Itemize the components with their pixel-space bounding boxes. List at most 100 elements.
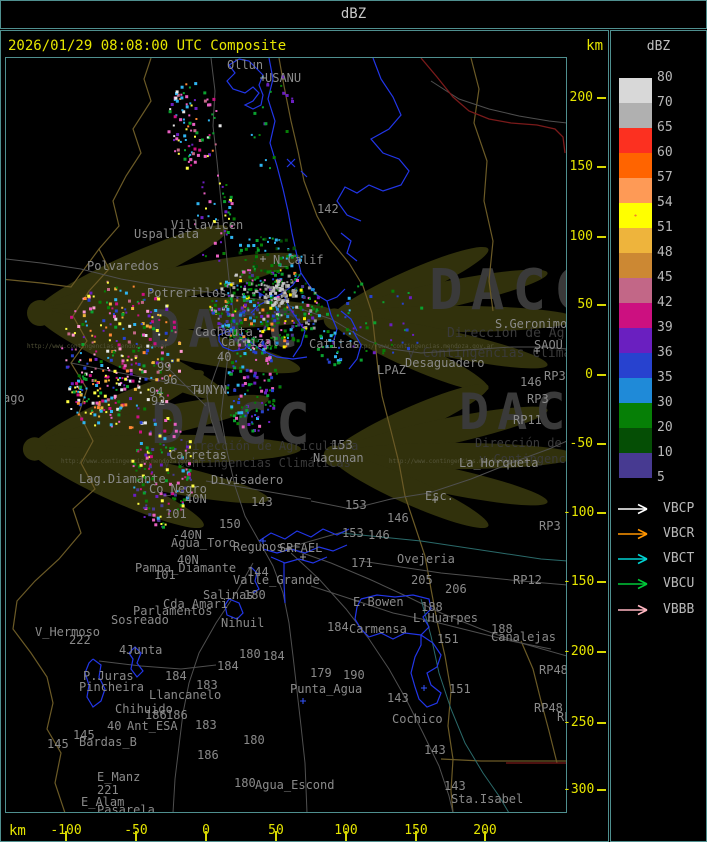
radar-echo <box>115 388 118 391</box>
right-axis-tick <box>597 722 606 724</box>
radar-echo <box>250 421 253 424</box>
radar-echo <box>342 332 345 335</box>
radar-echo <box>112 350 116 354</box>
radar-echo <box>258 424 262 428</box>
radar-echo <box>260 315 264 318</box>
legend-panel: dBZ 80 70 65 60 57 54 51 48 45 42 39 36 35 30 20 10 5 VB… <box>610 30 707 842</box>
radar-echo <box>259 279 262 282</box>
radar-echo <box>284 320 287 323</box>
radar-echo <box>274 241 276 244</box>
radar-echo <box>149 455 153 459</box>
radar-echo <box>280 287 284 291</box>
radar-echo <box>301 285 305 288</box>
vector-arrow-icon <box>618 604 648 616</box>
radar-echo <box>154 523 158 527</box>
map-place-label: 180 <box>234 776 256 790</box>
radar-echo <box>225 184 228 186</box>
radar-echo <box>275 372 278 375</box>
right-axis-tick-label: -100 <box>563 505 595 520</box>
radar-echo <box>359 326 362 329</box>
radar-echo <box>200 138 204 142</box>
radar-echo <box>280 300 284 304</box>
legend-swatch <box>619 403 652 428</box>
radar-echo <box>273 319 277 323</box>
radar-echo <box>132 349 136 353</box>
map-place-label: 99 <box>157 360 171 374</box>
right-axis-tick-label: -250 <box>563 715 595 730</box>
radar-echo <box>267 378 271 382</box>
map-place-label: 180 <box>244 588 266 602</box>
radar-echo <box>196 153 200 157</box>
legend-swatch <box>619 228 652 253</box>
radar-echo <box>269 90 272 93</box>
right-axis-tick <box>597 97 606 99</box>
radar-echo <box>323 330 326 333</box>
radar-echo <box>240 321 243 325</box>
radar-echo <box>133 387 137 391</box>
map-place-label: RP11 <box>513 413 542 427</box>
radar-echo <box>144 377 148 381</box>
legend-scale-label: 60 <box>657 145 673 160</box>
map-place-label: 146 <box>520 375 542 389</box>
bottom-axis-tick <box>205 831 207 841</box>
map-place-label: 205 <box>411 573 433 587</box>
radar-echo <box>103 394 107 398</box>
radar-echo <box>212 132 215 135</box>
radar-echo <box>258 311 261 314</box>
radar-echo <box>296 279 299 282</box>
radar-echo <box>102 329 105 332</box>
radar-echo <box>269 167 271 170</box>
radar-echo <box>109 358 113 362</box>
radar-echo <box>267 408 270 411</box>
radar-echo <box>215 110 218 112</box>
radar-echo <box>114 401 117 404</box>
radar-echo <box>131 379 135 383</box>
radar-echo <box>89 329 92 332</box>
radar-echo <box>241 425 245 429</box>
radar-echo <box>185 166 189 170</box>
radar-echo <box>88 374 92 378</box>
radar-echo <box>193 147 197 151</box>
radar-echo <box>291 294 295 298</box>
radar-echo <box>238 313 242 317</box>
radar-echo <box>295 273 298 276</box>
radar-echo <box>122 327 125 330</box>
radar-echo <box>236 288 239 291</box>
radar-echo <box>128 426 132 430</box>
radar-echo <box>118 365 121 368</box>
radar-echo <box>146 309 150 313</box>
radar-echo <box>166 304 169 307</box>
legend-scale-label: 30 <box>657 395 673 410</box>
right-axis-tick-label: -50 <box>569 436 593 451</box>
radar-echo <box>245 409 249 413</box>
radar-echo <box>257 328 260 331</box>
radar-echo <box>205 207 207 210</box>
radar-echo <box>70 408 73 410</box>
radar-echo <box>252 265 255 268</box>
radar-echo <box>284 291 286 294</box>
map-place-label: 184 <box>263 649 285 663</box>
radar-echo <box>347 296 351 300</box>
radar-echo <box>249 300 253 304</box>
radar-echo <box>278 321 280 324</box>
radar-echo <box>315 310 318 313</box>
radar-echo <box>242 310 246 314</box>
radar-echo <box>277 288 280 290</box>
radar-echo <box>148 432 152 436</box>
radar-echo <box>263 284 266 287</box>
radar-echo <box>113 394 117 398</box>
radar-echo <box>190 164 193 167</box>
radar-echo <box>247 411 249 414</box>
radar-echo <box>89 307 92 311</box>
radar-echo <box>82 310 86 314</box>
radar-echo <box>95 384 99 387</box>
radar-echo <box>131 307 135 310</box>
legend-scale-label: 5 <box>657 470 665 485</box>
legend-scale-label: 36 <box>657 345 673 360</box>
radar-echo <box>87 294 91 298</box>
radar-echo <box>186 476 190 480</box>
window-title: dBZ <box>340 6 367 22</box>
radar-echo <box>146 349 150 353</box>
radar-echo <box>180 85 184 89</box>
radar-echo <box>93 413 97 417</box>
